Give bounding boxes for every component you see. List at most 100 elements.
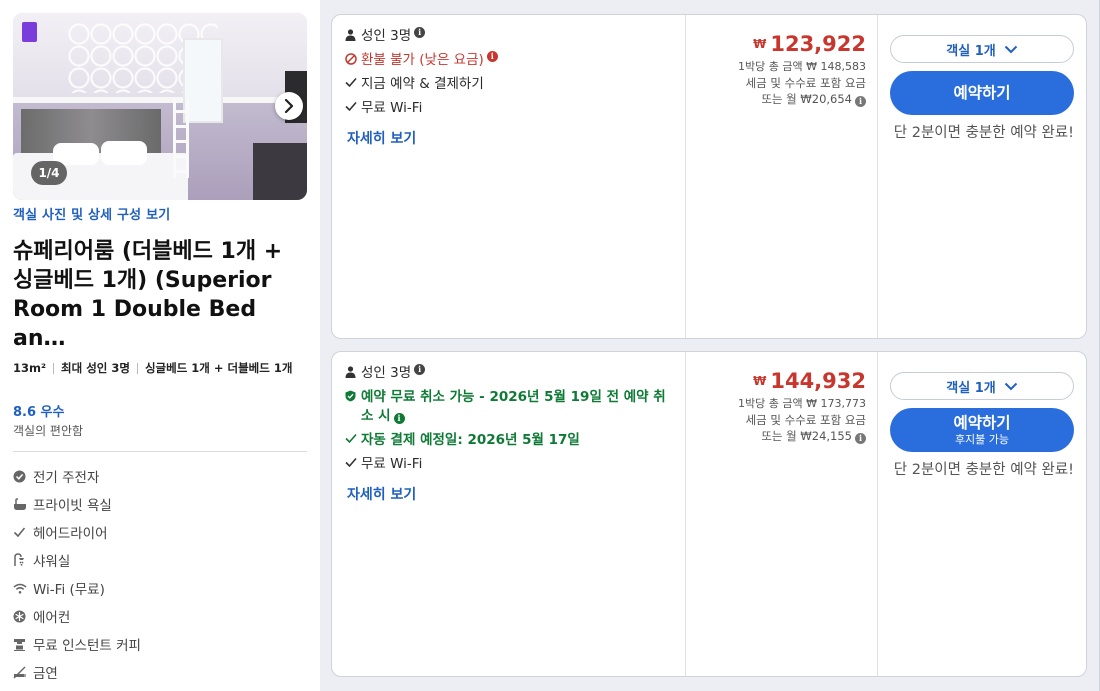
price-value: 144,932	[770, 369, 866, 393]
refund-policy: 예약 무료 취소 가능 - 2026년 5월 19일 전 예약 취소 시i	[345, 388, 675, 426]
perk-item: 무료 Wi-Fi	[345, 455, 675, 474]
info-icon[interactable]: i	[393, 413, 405, 424]
amenity-item: 프라이빗 욕실	[13, 490, 307, 518]
room-count-select[interactable]: 객실 1개	[890, 35, 1074, 63]
chevron-down-icon	[1004, 382, 1018, 391]
check-icon	[345, 433, 361, 444]
info-icon[interactable]: i	[486, 51, 498, 62]
price: ₩123,922	[687, 31, 866, 57]
amenity-item: 무료 인스턴트 커피	[13, 630, 307, 658]
booking-note: 단 2분이면 충분한 예약 완료!	[893, 462, 1074, 478]
kettle-icon	[13, 470, 33, 483]
monthly-payment: 또는 월 ₩20,654 i	[687, 91, 866, 107]
amenity-item: 전기 주전자	[13, 462, 307, 490]
amenity-list: 전기 주전자 프라이빗 욕실 헤어드라이어 샤워실 Wi-Fi (무료) 에어컨…	[13, 462, 307, 686]
details-link[interactable]: 자세히 보기	[347, 484, 675, 504]
room-rating-label: 객실의 편안함	[13, 424, 84, 438]
check-icon	[345, 457, 361, 468]
room-photo[interactable]: 1/4	[13, 13, 307, 200]
chevron-right-icon	[284, 99, 294, 113]
auto-payment-date: 자동 결제 예정일: 2026년 5월 17일	[345, 431, 675, 450]
room-title: 슈페리어룸 (더블베드 1개 + 싱글베드 1개) (Superior Room…	[13, 239, 283, 351]
person-icon	[345, 29, 361, 41]
divider	[13, 451, 307, 452]
currency-symbol: ₩	[753, 37, 767, 51]
bookmark-tag-icon	[22, 22, 37, 42]
tax-note: 세금 및 수수료 포함 요금	[745, 413, 866, 427]
monthly-payment: 또는 월 ₩24,155 i	[687, 428, 866, 444]
currency-symbol: ₩	[753, 374, 767, 388]
details-link[interactable]: 자세히 보기	[347, 128, 675, 148]
guest-count: 성인 3명 i	[345, 27, 675, 46]
column-divider	[685, 352, 686, 676]
column-divider	[877, 15, 878, 338]
photo-ladder	[173, 98, 189, 178]
amenity-item: Wi-Fi (무료)	[13, 574, 307, 602]
perk-item: 지금 예약 & 결제하기	[345, 75, 675, 94]
price-block: ₩144,932 1박당 총 금액 ₩ 173,773 세금 및 수수료 포함 …	[687, 368, 866, 444]
amenity-label: 샤워실	[33, 554, 71, 570]
amenity-label: 프라이빗 욕실	[33, 498, 112, 514]
booking-block: 객실 1개 예약하기 단 2분이면 충분한 예약 완료!	[890, 35, 1074, 144]
tax-note: 세금 및 수수료 포함 요금	[745, 76, 866, 90]
info-icon[interactable]: i	[855, 433, 866, 444]
no-entry-icon	[345, 53, 361, 65]
rate-option-card: 성인 3명 i 예약 무료 취소 가능 - 2026년 5월 19일 전 예약 취…	[331, 351, 1087, 677]
check-icon	[345, 77, 361, 88]
max-occupancy: 최대 성인 3명	[61, 361, 130, 375]
amenity-item: 샤워실	[13, 546, 307, 574]
next-photo-button[interactable]	[275, 92, 303, 120]
amenity-label: 헤어드라이어	[33, 526, 108, 542]
shower-icon	[13, 553, 33, 567]
photo-pillow	[101, 141, 147, 165]
amenity-item: 금연	[13, 658, 307, 686]
amenity-label: 금연	[33, 666, 58, 682]
photo-desk	[253, 143, 307, 200]
amenity-label: 무료 인스턴트 커피	[33, 638, 141, 654]
room-specs: 13m² 최대 성인 3명 싱글베드 1개 + 더블베드 1개	[13, 359, 307, 377]
book-button[interactable]: 예약하기	[890, 71, 1074, 115]
amenity-item: 에어컨	[13, 602, 307, 630]
rate-conditions: 성인 3명 i 예약 무료 취소 가능 - 2026년 5월 19일 전 예약 취…	[345, 364, 675, 504]
wifi-icon	[13, 583, 33, 594]
photo-loft	[13, 13, 307, 103]
column-divider	[877, 352, 878, 676]
info-icon[interactable]: i	[414, 364, 426, 375]
chevron-down-icon	[1004, 45, 1018, 54]
room-info-panel: 1/4 객실 사진 및 상세 구성 보기 슈페리어룸 (더블베드 1개 + 싱글…	[0, 0, 320, 691]
price: ₩144,932	[687, 368, 866, 394]
column-divider	[685, 15, 686, 338]
booking-note: 단 2분이면 충분한 예약 완료!	[893, 125, 1074, 141]
check-icon	[13, 526, 33, 538]
snowflake-icon	[13, 610, 33, 623]
shield-check-icon	[345, 390, 361, 402]
info-icon[interactable]: i	[414, 27, 426, 38]
no-smoking-icon	[13, 666, 33, 679]
price-block: ₩123,922 1박당 총 금액 ₩ 148,583 세금 및 수수료 포함 …	[687, 31, 866, 107]
room-photos-link[interactable]: 객실 사진 및 상세 구성 보기	[13, 204, 307, 223]
booking-block: 객실 1개 예약하기 후지불 가능 단 2분이면 충분한 예약 완료!	[890, 372, 1074, 481]
person-icon	[345, 366, 361, 378]
rate-option-card: 성인 3명 i 환불 불가 (낮은 요금) i 지금 예약 & 결제하기 무료 Wi…	[331, 14, 1087, 339]
room-count-select[interactable]: 객실 1개	[890, 372, 1074, 400]
rate-conditions: 성인 3명 i 환불 불가 (낮은 요금) i 지금 예약 & 결제하기 무료 Wi…	[345, 27, 675, 148]
book-button[interactable]: 예약하기 후지불 가능	[890, 408, 1074, 452]
perk-item: 무료 Wi-Fi	[345, 99, 675, 118]
per-night-total: 1박당 총 금액 ₩ 173,773	[738, 397, 866, 410]
bathtub-icon	[13, 497, 33, 511]
amenity-label: Wi-Fi (무료)	[33, 582, 105, 598]
room-size: 13m²	[13, 361, 47, 375]
bed-config: 싱글베드 1개 + 더블베드 1개	[144, 361, 293, 375]
per-night-total: 1박당 총 금액 ₩ 148,583	[738, 60, 866, 73]
photo-window	[183, 38, 223, 123]
amenity-item: 헤어드라이어	[13, 518, 307, 546]
coffee-machine-icon	[13, 638, 33, 651]
room-rating: 8.6 우수	[13, 405, 65, 420]
photo-counter: 1/4	[31, 161, 67, 185]
refund-policy: 환불 불가 (낮은 요금) i	[345, 51, 675, 70]
info-icon[interactable]: i	[855, 96, 866, 107]
amenity-label: 에어컨	[33, 610, 71, 626]
guest-count: 성인 3명 i	[345, 364, 675, 383]
amenity-label: 전기 주전자	[33, 470, 100, 486]
price-value: 123,922	[770, 32, 866, 56]
